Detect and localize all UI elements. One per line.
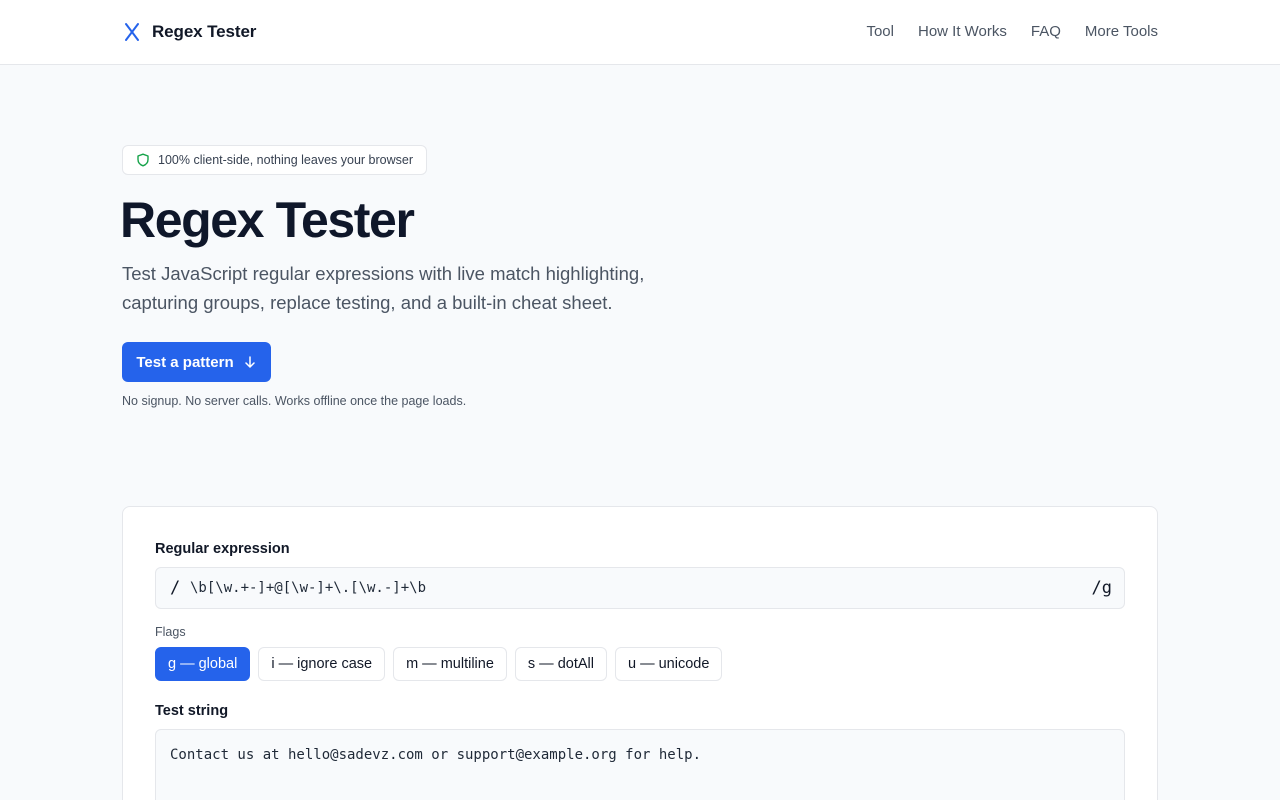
test-string-input[interactable]: Contact us at hello@sadevz.com or suppor… <box>155 729 1125 800</box>
nav-link-how-it-works[interactable]: How It Works <box>918 22 1007 42</box>
test-string-label: Test string <box>155 703 229 719</box>
subtitle-line-2: capturing groups, replace testing, and a… <box>122 292 613 313</box>
flags-group: g — global i — ignore case m — multiline… <box>155 647 723 681</box>
brand-name: Regex Tester <box>152 22 257 41</box>
main-nav: Tool How It Works FAQ More Tools <box>866 22 1158 42</box>
flag-ignore-case-toggle[interactable]: i — ignore case <box>258 647 386 681</box>
hero-note: No signup. No server calls. Works offlin… <box>122 394 467 408</box>
regex-flags-suffix: /g <box>1091 578 1112 598</box>
subtitle-line-1: Test JavaScript regular expressions with… <box>122 263 645 284</box>
regex-tool-card: Regular expression / /g Flags g — global… <box>122 506 1158 800</box>
flag-dotall-toggle[interactable]: s — dotAll <box>514 647 607 681</box>
brand-link[interactable]: Regex Tester <box>122 20 256 44</box>
shield-icon <box>137 153 149 167</box>
arrow-down-icon <box>244 356 255 368</box>
flag-multiline-toggle[interactable]: m — multiline <box>393 647 507 681</box>
regex-label: Regular expression <box>155 541 290 557</box>
flag-global-toggle[interactable]: g — global <box>155 647 251 681</box>
top-navigation-bar: Regex Tester Tool How It Works FAQ More … <box>0 0 1280 65</box>
regex-open-delimiter: / <box>170 578 181 598</box>
test-string-text: Contact us at hello@sadevz.com or suppor… <box>170 747 702 763</box>
flag-unicode-toggle[interactable]: u — unicode <box>615 647 723 681</box>
flags-label: Flags <box>155 625 186 639</box>
nav-link-faq[interactable]: FAQ <box>1031 22 1061 42</box>
nav-link-more-tools[interactable]: More Tools <box>1085 22 1158 42</box>
privacy-badge: 100% client-side, nothing leaves your br… <box>122 145 427 175</box>
test-pattern-button[interactable]: Test a pattern <box>122 342 271 382</box>
test-pattern-label: Test a pattern <box>136 353 234 371</box>
regex-field: / /g <box>155 567 1125 609</box>
page-subtitle: Test JavaScript regular expressions with… <box>122 259 722 317</box>
nav-link-tool[interactable]: Tool <box>866 22 894 42</box>
regex-input[interactable] <box>190 577 1070 599</box>
x-mark-icon <box>125 23 139 41</box>
privacy-badge-text: 100% client-side, nothing leaves your br… <box>158 153 413 167</box>
page-title: Regex Tester <box>120 192 415 248</box>
